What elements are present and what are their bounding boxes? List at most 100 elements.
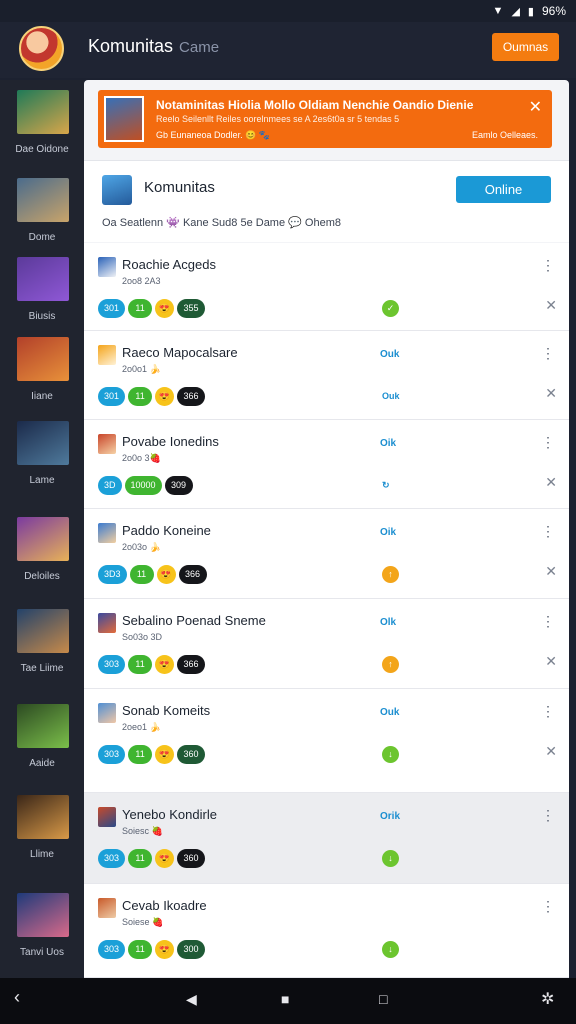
sidebar-item[interactable]: Tae Liime [0,609,84,689]
more-menu-icon[interactable]: ⋮ [541,613,555,630]
avatar[interactable] [19,26,64,71]
stat-chip[interactable]: 10000 [124,476,162,495]
more-menu-icon[interactable]: ⋮ [541,703,555,720]
notice-banner[interactable]: Notaminitas Hiolia Mollo Oldiam Nenchie … [98,90,552,148]
chip-group: 303 11 😍 360 [98,849,206,868]
status-label: Ouk [380,349,400,360]
stat-chip[interactable]: 360 [177,849,206,868]
list-item[interactable]: Raeco Mapocalsare 2o0o1 🍌 Ouk ⋮ 301 11 😍 366 Ouk… [84,331,569,420]
stat-chip[interactable]: 360 [177,745,206,764]
stat-chip[interactable]: 11 [128,745,153,764]
stat-chip[interactable]: 😍 [156,565,176,584]
sidebar-item[interactable]: Llime [0,795,84,875]
sidebar-thumbnail [17,517,69,561]
notice-text: Reelo Seilenllt Reiles oorelnmees se A 2… [156,114,400,124]
stat-chip[interactable]: 11 [128,849,153,868]
chip-group: 301 11 😍 366 [98,387,206,406]
list-item[interactable]: Cevab Ikoadre Soiese 🍓 ⋮ 303 11 😍 300 ↓ [84,884,569,978]
status-dot-icon: Ouk [382,391,400,401]
more-menu-icon[interactable]: ⋮ [541,434,555,451]
stat-chip[interactable]: 303 [98,655,126,674]
stat-chip[interactable]: 303 [98,849,126,868]
stat-chip[interactable]: 366 [177,387,206,406]
home-icon[interactable]: ■ [281,991,289,1007]
stat-chip[interactable]: 😍 [155,655,175,674]
stat-chip[interactable]: 301 [98,387,126,406]
more-menu-icon[interactable]: ⋮ [541,345,555,362]
sidebar-item[interactable]: Aaide [0,704,84,784]
signal-icon: ◢ [511,5,520,18]
stat-chip[interactable]: 11 [128,655,153,674]
more-menu-icon[interactable]: ⋮ [541,523,555,540]
header-action-button[interactable]: Oumnas [492,33,559,61]
list-item[interactable]: Povabe Ionedins 2o0o 3🍓 Oik ⋮ 3D 10000 309 ↻ ✕ [84,420,569,509]
stat-chip[interactable]: 😍 [155,745,175,764]
stat-chip[interactable]: 309 [164,476,193,495]
community-card: Komunitas Online Oa Seatlenn 👾 Kane Sud8… [84,160,569,242]
stat-chip[interactable]: 3D3 [98,565,127,584]
list-item[interactable]: Yenebo Kondirle Soiesc 🍓 Orik ⋮ 303 11 😍 360 ↓ [84,793,569,884]
chip-group: 3D3 11 😍 366 [98,565,207,584]
list-item-subtitle: 2oo8 2A3 [122,276,161,286]
stat-chip[interactable]: 366 [177,655,206,674]
more-menu-icon[interactable]: ⋮ [541,898,555,915]
list-item-subtitle: Soiese 🍓 [122,917,164,927]
notice-thumbnail [104,96,144,142]
accessibility-icon[interactable]: ✲ [541,989,554,1009]
more-menu-icon[interactable]: ⋮ [541,257,555,274]
list-item[interactable]: Paddo Koneine 2o03o 🍌 Oik ⋮ 3D3 11 😍 366 ↑ ✕ [84,509,569,599]
more-menu-icon[interactable]: ⋮ [541,807,555,824]
stat-chip[interactable]: 303 [98,940,126,959]
stat-chip[interactable]: 😍 [155,849,175,868]
sidebar-thumbnail [17,90,69,134]
stat-chip[interactable]: 😍 [155,387,175,406]
sidebar-item[interactable]: Biusis [0,257,84,337]
status-label: Oik [380,438,397,449]
list-item-title: Sebalino Poenad Sneme [122,613,266,628]
sidebar-item[interactable]: Lame [0,421,84,501]
dismiss-icon[interactable]: ✕ [545,297,557,314]
list-item-title: Yenebo Kondirle [122,807,217,822]
list-item[interactable]: Sonab Komeits 2oeo1 🍌 Ouk ⋮ 303 11 😍 360 ↓ ✕ [84,689,569,793]
sidebar-item[interactable]: Dome [0,178,84,258]
stat-chip[interactable]: 11 [128,387,153,406]
header-title-text: Komunitas [88,36,174,56]
stat-chip[interactable]: 300 [177,940,206,959]
stat-chip[interactable]: 😍 [155,940,175,959]
list-item[interactable]: Sebalino Poenad Sneme So03o 3D Olk ⋮ 303 11 😍 3… [84,599,569,689]
community-icon [102,175,132,205]
stat-chip[interactable]: 303 [98,745,126,764]
dismiss-icon[interactable]: ✕ [545,563,557,580]
sidebar-item[interactable]: Iiane [0,337,84,417]
sidebar-item[interactable]: Dae Oidone [0,90,84,170]
dismiss-icon[interactable]: ✕ [545,385,557,402]
close-icon[interactable]: ✕ [529,97,542,117]
game-icon [98,345,116,365]
stat-chip[interactable]: 11 [129,565,154,584]
dismiss-icon[interactable]: ✕ [545,743,557,760]
stat-chip[interactable]: 366 [178,565,207,584]
dismiss-icon[interactable]: ✕ [545,474,557,491]
stat-chip[interactable]: 301 [98,299,126,318]
stat-chip[interactable]: 11 [128,299,153,318]
sidebar-thumbnail [17,421,69,465]
stat-chip[interactable]: 3D [98,476,122,495]
dismiss-icon[interactable]: ✕ [545,653,557,670]
back-triangle-icon[interactable]: ◀ [186,991,197,1008]
sidebar-thumbnail [17,795,69,839]
sidebar-thumbnail [17,337,69,381]
sidebar-item[interactable]: Tanvi Uos [0,893,84,973]
list-item-subtitle: 2o03o 🍌 [122,542,161,552]
back-arrow-icon[interactable]: ‹ [14,987,20,1008]
stat-chip[interactable]: 11 [128,940,153,959]
recents-icon[interactable]: □ [379,991,387,1007]
sidebar-item[interactable]: Deloiles [0,517,84,597]
game-icon [98,523,116,543]
stat-chip[interactable]: 355 [177,299,206,318]
status-dot-icon: ↓ [382,941,399,958]
list-item[interactable]: Roachie Acgeds 2oo8 2A3 ⋮ 301 11 😍 355 ✓ ✕ [84,243,569,331]
online-button[interactable]: Online [456,176,551,203]
status-label: Orik [380,811,401,822]
notice-footer-right[interactable]: Eamlo Oelleaes. [472,130,538,140]
stat-chip[interactable]: 😍 [155,299,175,318]
